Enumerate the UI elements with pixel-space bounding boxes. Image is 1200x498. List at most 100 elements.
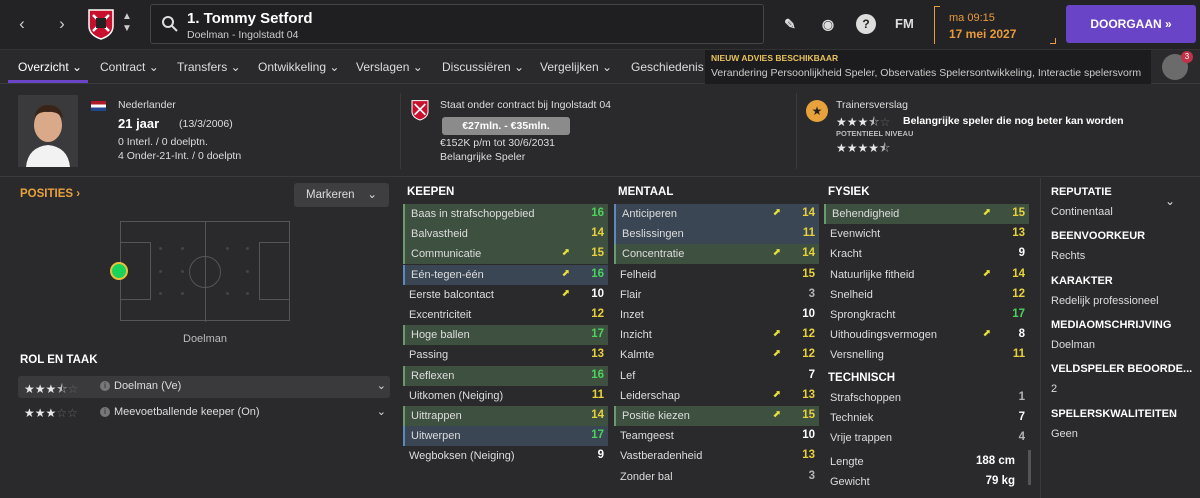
attribute-row[interactable]: Inzet 10 xyxy=(614,305,819,325)
game-clock[interactable]: ma 09:15 17 mei 2027 xyxy=(934,6,1056,44)
attribute-row[interactable]: Reflexen 16 xyxy=(403,365,608,386)
chevron-down-icon[interactable]: ⌄ xyxy=(377,379,386,392)
attribute-row[interactable]: Lef 7 xyxy=(614,366,819,386)
attribute-row[interactable]: Excentriciteit 12 xyxy=(403,305,608,325)
attribute-row[interactable]: Hoge ballen 17 xyxy=(403,325,608,346)
role-row[interactable]: ★★★☆☆ i Meevoetballende keeper (On) ⌄ xyxy=(18,402,390,424)
attribute-row[interactable]: Baas in strafschopgebied 16 xyxy=(403,204,608,224)
attribute-value: 1 xyxy=(1018,391,1025,403)
attribute-row[interactable]: Concentratie ⬈ 14 xyxy=(614,244,819,265)
divider xyxy=(796,93,797,169)
role-stars: ★★★☆☆ xyxy=(24,406,78,420)
attribute-row[interactable]: Positie kiezen ⬈ 15 xyxy=(614,406,819,426)
detail-heading: BEENVOORKEUR xyxy=(1051,230,1146,242)
attribute-row[interactable]: Uithoudingsvermogen ⬈ 8 xyxy=(824,325,1029,345)
chevron-down-icon[interactable]: ⌄ xyxy=(377,405,386,418)
attribute-row[interactable]: Kracht 9 xyxy=(824,244,1029,264)
attribute-row[interactable]: Anticiperen ⬈ 14 xyxy=(614,204,819,224)
attribute-row[interactable]: Eén-tegen-één ⬈ 16 xyxy=(403,264,608,285)
attribute-name: Lef xyxy=(620,369,636,382)
tab-verslagen[interactable]: Verslagen ⌄ xyxy=(356,60,423,74)
attribute-row[interactable]: Behendigheid ⬈ 15 xyxy=(824,204,1029,224)
attribute-row[interactable]: Zonder bal 3 xyxy=(614,467,819,487)
goalkeeper-position-marker[interactable] xyxy=(110,262,128,280)
markeren-dropdown[interactable]: Markeren ⌄ xyxy=(294,183,389,207)
attribute-row[interactable]: Kalmte ⬈ 12 xyxy=(614,345,819,365)
attribute-value: 10 xyxy=(802,308,815,320)
netherlands-flag-icon xyxy=(91,101,106,111)
attribute-row[interactable]: Inzicht ⬈ 12 xyxy=(614,325,819,345)
attribute-row[interactable]: Uittrappen 14 xyxy=(403,406,608,426)
attribute-value: 12 xyxy=(802,328,815,341)
attribute-row[interactable]: Strafschoppen 1 xyxy=(824,388,1029,408)
attribute-row[interactable]: Vastberadenheid 13 xyxy=(614,446,819,466)
edit-icon[interactable]: ✎ xyxy=(780,14,800,34)
attribute-row[interactable]: Teamgeest 10 xyxy=(614,426,819,446)
attribute-row[interactable]: Flair 3 xyxy=(614,285,819,305)
chevron-right-icon[interactable]: › xyxy=(1171,407,1175,421)
attribute-row[interactable]: Eerste balcontact ⬈ 10 xyxy=(403,285,608,305)
trend-arrow-icon: ⬈ xyxy=(982,267,991,279)
attribute-name: Evenwicht xyxy=(830,228,881,241)
notification-badge: 3 xyxy=(1181,51,1193,63)
report-label: Trainersverslag xyxy=(836,99,908,111)
info-icon[interactable]: i xyxy=(100,381,110,391)
attribute-row[interactable]: Wegboksen (Neiging) 9 xyxy=(403,446,608,466)
attribute-value: 13 xyxy=(802,388,815,401)
attribute-name: Uithoudingsvermogen xyxy=(830,329,938,342)
transfer-value[interactable]: €27mln. - €35mln. xyxy=(442,117,570,135)
attribute-row[interactable]: Vrije trappen 4 xyxy=(824,428,1029,448)
scrollbar[interactable] xyxy=(1028,450,1031,485)
continue-button[interactable]: DOORGAAN » xyxy=(1066,5,1196,43)
role-label: Meevoetballende keeper (On) xyxy=(114,406,260,418)
active-tab-indicator xyxy=(8,80,88,83)
attribute-row[interactable]: Leiderschap ⬈ 13 xyxy=(614,386,819,406)
club-crest-icon[interactable] xyxy=(86,8,116,40)
wage: €152K p/m tot 30/6/2031 xyxy=(440,137,556,149)
attribute-row[interactable]: Uitkomen (Neiging) 11 xyxy=(403,386,608,406)
attribute-row[interactable]: Versnelling 11 xyxy=(824,345,1029,365)
attribute-value: 7 xyxy=(1018,411,1025,424)
detail-heading[interactable]: SPELERSKWALITEITEN xyxy=(1051,408,1177,420)
attribute-name: Baas in strafschopgebied xyxy=(411,208,535,220)
attribute-name: Kracht xyxy=(830,248,862,261)
attribute-row[interactable]: Sprongkracht 17 xyxy=(824,305,1029,325)
fm-menu[interactable]: FM xyxy=(895,16,914,31)
tab-ontwikkeling[interactable]: Ontwikkeling ⌄ xyxy=(258,60,339,74)
attribute-row[interactable]: Felheid 15 xyxy=(614,265,819,285)
attribute-row[interactable]: Uitwerpen 17 xyxy=(403,426,608,447)
help-icon[interactable]: ? xyxy=(856,14,876,34)
world-icon[interactable]: ◉ xyxy=(818,14,838,34)
attribute-value: 15 xyxy=(1012,207,1025,219)
attribute-row[interactable]: Passing 13 xyxy=(403,345,608,365)
tab-overzicht[interactable]: Overzicht ⌄ xyxy=(18,60,82,74)
back-button[interactable]: ‹ xyxy=(10,12,34,36)
chevron-down-icon[interactable]: ⌄ xyxy=(1165,194,1175,208)
trend-arrow-icon: ⬈ xyxy=(772,348,781,360)
tab-discussieren[interactable]: Discussiëren ⌄ xyxy=(442,60,524,74)
attribute-value: 7 xyxy=(808,368,815,381)
info-icon[interactable]: i xyxy=(100,407,110,417)
advice-notification[interactable]: NIEUW ADVIES BESCHIKBAAR Verandering Per… xyxy=(705,50,1151,84)
positions-link[interactable]: POSITIES › xyxy=(20,188,80,200)
attribute-value: 15 xyxy=(802,409,815,421)
attribute-row[interactable]: Snelheid 12 xyxy=(824,285,1029,305)
attribute-row[interactable]: Communicatie ⬈ 15 xyxy=(403,244,608,265)
detail-heading[interactable]: REPUTATIE xyxy=(1051,186,1112,198)
attribute-value: 14 xyxy=(802,247,815,260)
tab-contract[interactable]: Contract ⌄ xyxy=(100,60,159,74)
attribute-name: Vrije trappen xyxy=(830,432,892,445)
up-down-arrows[interactable]: ▲ ▼ xyxy=(122,11,132,35)
attribute-row[interactable]: Natuurlijke fitheid ⬈ 14 xyxy=(824,265,1029,285)
forward-button[interactable]: › xyxy=(50,12,74,36)
player-search-box[interactable]: 1. Tommy Setford Doelman - Ingolstadt 04 xyxy=(150,4,764,44)
tab-vergelijken[interactable]: Vergelijken ⌄ xyxy=(540,60,612,74)
potential-ability-stars: ★★★★⯪ xyxy=(836,141,891,155)
attribute-row[interactable]: Techniek 7 xyxy=(824,408,1029,428)
role-row[interactable]: ★★★⯪☆ i Doelman (Ve) ⌄ xyxy=(18,376,390,398)
attribute-row[interactable]: Beslissingen 11 xyxy=(614,224,819,245)
attribute-row[interactable]: Evenwicht 13 xyxy=(824,224,1029,244)
attribute-name: Balvastheid xyxy=(411,228,468,241)
attribute-row[interactable]: Balvastheid 14 xyxy=(403,224,608,245)
tab-transfers[interactable]: Transfers ⌄ xyxy=(177,60,241,74)
